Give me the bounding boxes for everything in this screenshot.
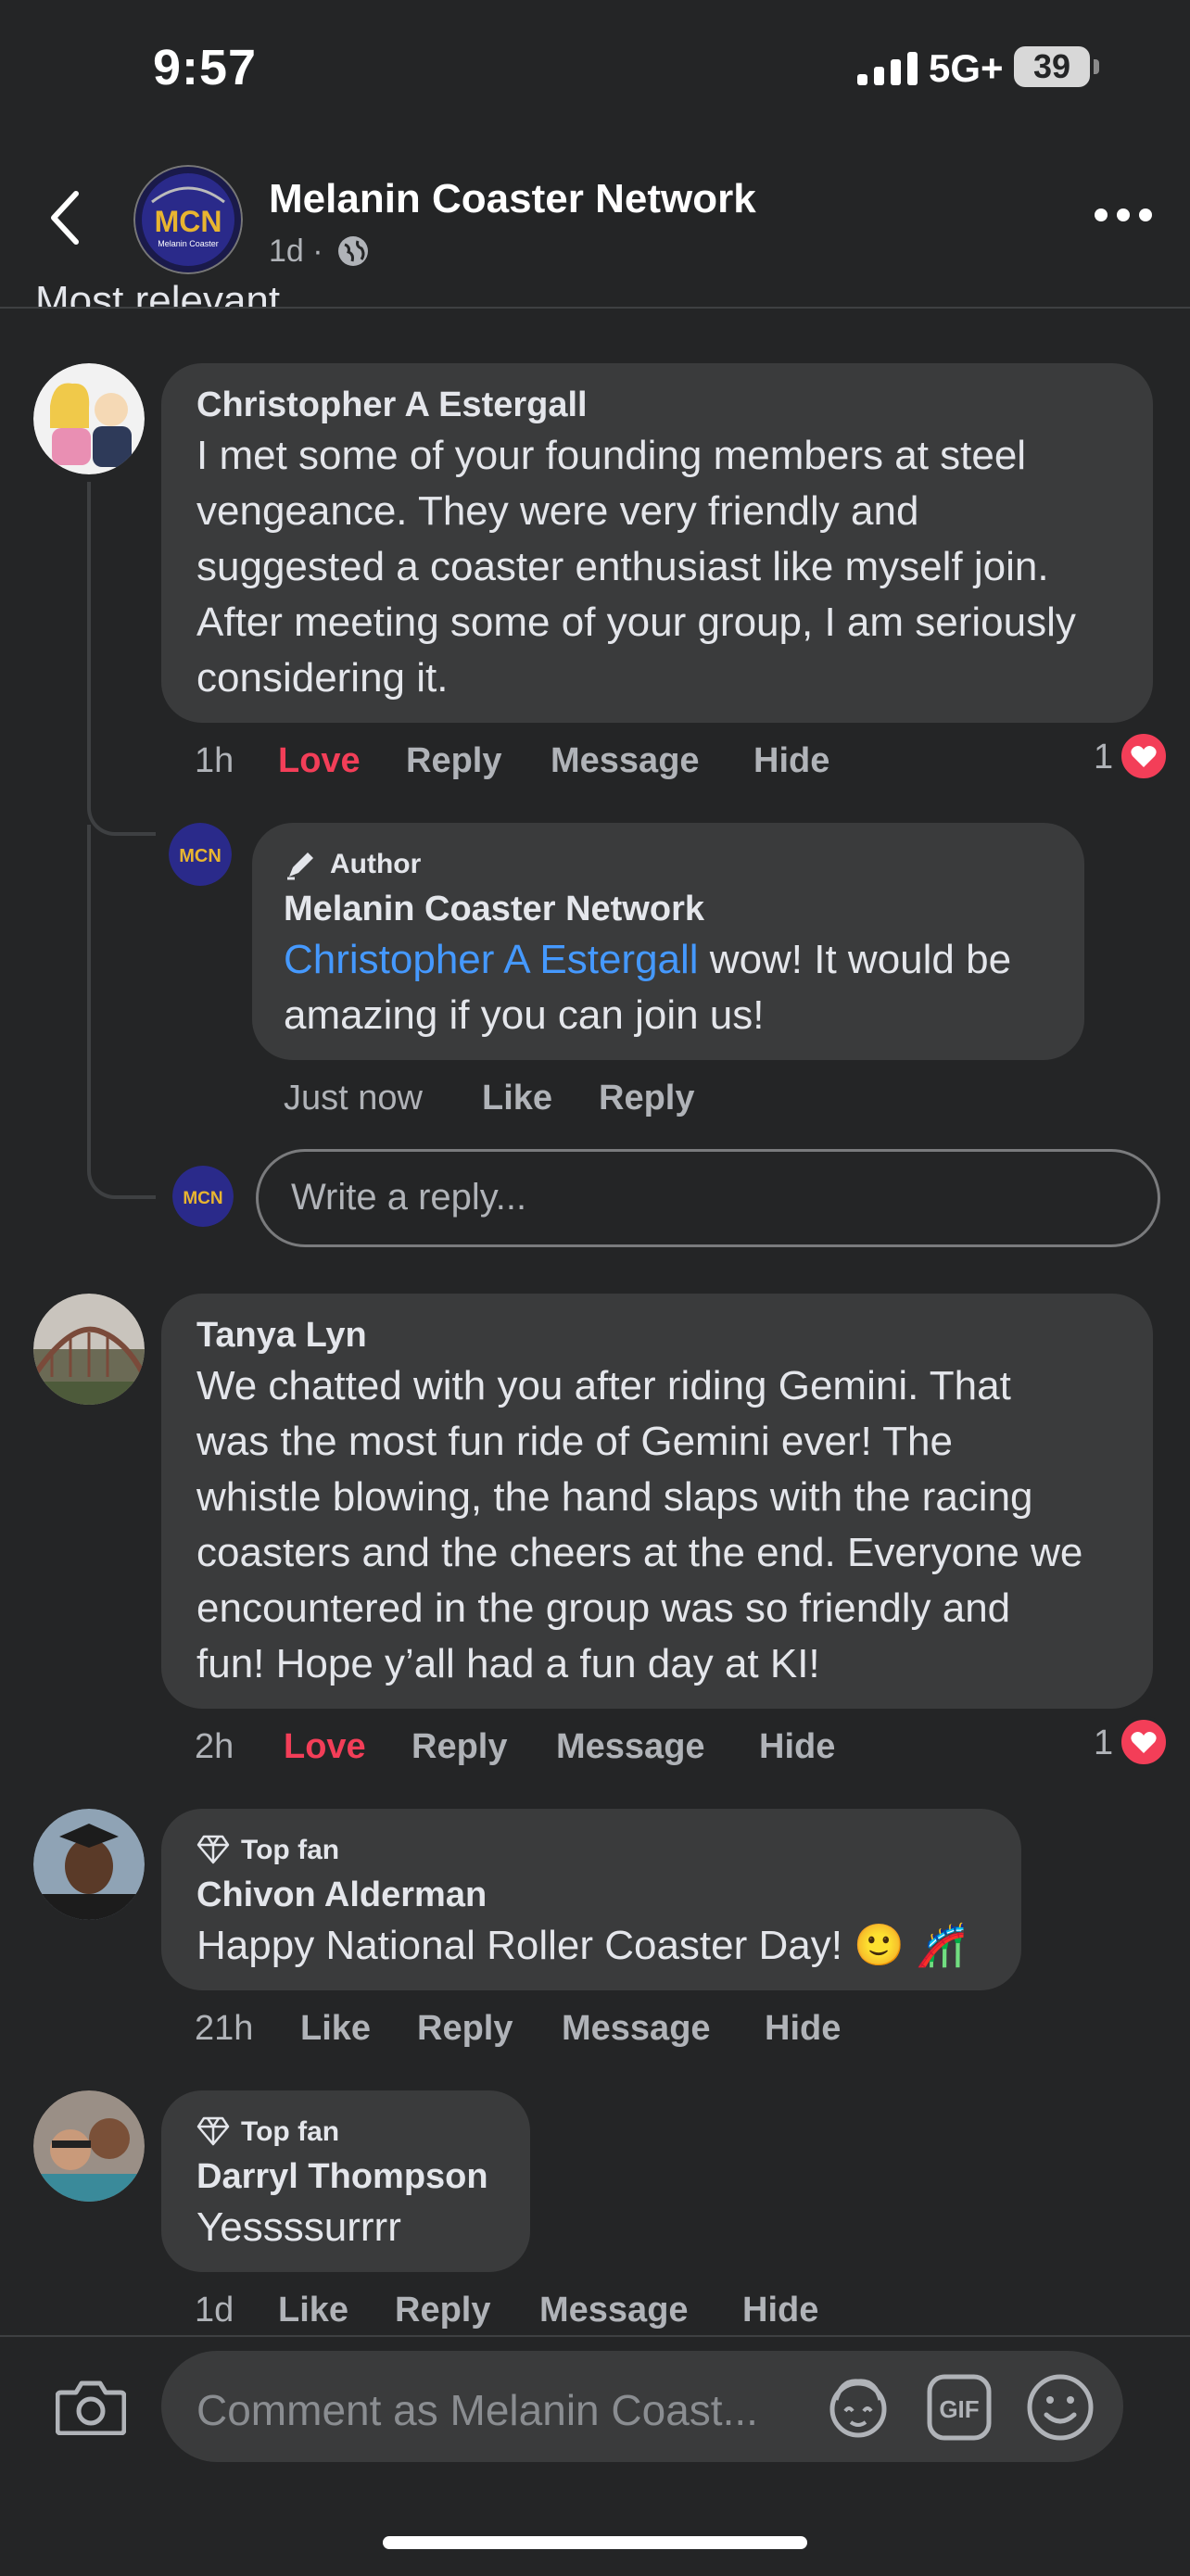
write-reply-placeholder: Write a reply... (291, 1177, 527, 1218)
hide-button[interactable]: Hide (759, 1727, 835, 1767)
message-button[interactable]: Message (562, 2009, 711, 2049)
reply-author[interactable]: Melanin Coaster Network (284, 890, 704, 929)
heart-reaction-icon (1118, 730, 1170, 782)
battery-level: 39 (1014, 46, 1090, 87)
comment-line: was the most fun ride of Gemini ever! Th… (196, 1419, 953, 1464)
page-logo-avatar[interactable]: MCN Melanin Coaster (133, 165, 243, 274)
post-meta: 1d · (269, 234, 369, 270)
top-fan-badge: Top fan (241, 1835, 340, 1865)
comment-text: Yessssurrrr (196, 2204, 401, 2250)
globe-icon (338, 236, 369, 266)
reply-text: Christopher A Estergall wow! It would be… (284, 932, 1011, 1043)
message-button[interactable]: Message (551, 741, 700, 781)
avatar[interactable] (33, 1294, 145, 1405)
post-age: 1d · (269, 234, 323, 269)
comment-line: vengeance. They were very friendly and (196, 488, 919, 534)
comment-author[interactable]: Darryl Thompson (196, 2157, 488, 2197)
reply-button[interactable]: Reply (406, 741, 501, 781)
comment-input-placeholder: Comment as Melanin Coast... (196, 2386, 758, 2434)
comment-time: 1d (195, 2291, 234, 2330)
message-button[interactable]: Message (539, 2291, 689, 2330)
home-indicator[interactable] (383, 2536, 807, 2549)
like-button[interactable]: Like (300, 2009, 371, 2049)
avatar[interactable] (33, 363, 145, 474)
comment-line: I met some of your founding members at s… (196, 433, 1027, 478)
reply-line: amazing if you can join us! (284, 992, 765, 1038)
comment-time: 21h (195, 2009, 254, 2048)
diamond-icon (196, 1835, 230, 1864)
reply-line: wow! It would be (698, 937, 1012, 982)
comment-line: coasters and the cheers at the end. Ever… (196, 1530, 1083, 1575)
reply-actions: Just now Like Reply (284, 1079, 840, 1125)
reaction-count[interactable]: 1 (1094, 738, 1113, 777)
reply-button[interactable]: Reply (417, 2009, 513, 2049)
avatar[interactable] (33, 1809, 145, 1920)
comment-author[interactable]: Christopher A Estergall (196, 385, 588, 425)
header-divider (0, 307, 1190, 309)
svg-text:GIF: GIF (939, 2395, 979, 2423)
comment-line: fun! Hope y’all had a fun day at KI! (196, 1641, 820, 1686)
comment-line: We chatted with you after riding Gemini.… (196, 1363, 1011, 1408)
svg-text:MCN: MCN (155, 205, 222, 238)
hide-button[interactable]: Hide (742, 2291, 818, 2330)
my-avatar: MCN (172, 1166, 234, 1227)
back-chevron-icon[interactable] (48, 190, 82, 246)
camera-icon[interactable] (56, 2378, 126, 2435)
battery-tip (1094, 59, 1099, 74)
comment-author[interactable]: Chivon Alderman (196, 1875, 487, 1915)
avatar-sticker-icon[interactable] (823, 2372, 893, 2443)
comment-actions: 2h Love Reply Message Hide (195, 1727, 936, 1774)
top-fan-badge: Top fan (241, 2116, 340, 2147)
reaction-count[interactable]: 1 (1094, 1724, 1113, 1763)
comment-author[interactable]: Tanya Lyn (196, 1316, 367, 1356)
comment-line: After meeting some of your group, I am s… (196, 600, 1076, 645)
reply-avatar[interactable]: MCN (169, 823, 232, 886)
gif-icon[interactable]: GIF (927, 2374, 992, 2441)
like-button[interactable]: Like (278, 2291, 348, 2330)
reply-time: Just now (284, 1079, 423, 1118)
hide-button[interactable]: Hide (765, 2009, 841, 2049)
reply-button[interactable]: Reply (411, 1727, 507, 1767)
comment-time: 1h (195, 741, 234, 780)
comment-actions: 1d Like Reply Message Hide (195, 2291, 936, 2337)
comment-text: Happy National Roller Coaster Day! 🙂 🎢 (196, 1923, 967, 1968)
hide-button[interactable]: Hide (753, 741, 829, 781)
comment-line: whistle blowing, the hand slaps with the… (196, 1474, 1033, 1520)
comment-line: suggested a coaster enthusiast like myse… (196, 544, 1049, 589)
cellular-signal-icon (857, 52, 918, 85)
message-button[interactable]: Message (556, 1727, 705, 1767)
sort-label-cut[interactable]: Most relevant (35, 278, 280, 307)
like-button[interactable]: Like (482, 1079, 552, 1118)
author-badge: Author (330, 849, 422, 879)
svg-text:MCN: MCN (179, 846, 222, 866)
status-time: 9:57 (153, 40, 258, 95)
comment-time: 2h (195, 1727, 234, 1766)
more-options-icon[interactable] (1094, 206, 1153, 224)
svg-text:Melanin Coaster: Melanin Coaster (158, 239, 219, 248)
author-pen-icon (287, 852, 313, 880)
avatar[interactable] (33, 2090, 145, 2202)
mention-link[interactable]: Christopher A Estergall (284, 937, 699, 982)
emoji-icon[interactable] (1025, 2372, 1095, 2443)
comment-line: considering it. (196, 655, 449, 701)
svg-text:MCN: MCN (183, 1189, 222, 1208)
reply-button[interactable]: Reply (395, 2291, 490, 2330)
thread-line (87, 482, 156, 836)
comment-text: I met some of your founding members at s… (196, 428, 1076, 706)
comment-actions: 1h Love Reply Message Hide (195, 741, 936, 788)
reply-button[interactable]: Reply (599, 1079, 694, 1118)
comment-actions: 21h Like Reply Message Hide (195, 2009, 936, 2055)
love-reaction-button[interactable]: Love (278, 741, 361, 781)
diamond-icon (196, 2116, 230, 2146)
love-reaction-button[interactable]: Love (284, 1727, 366, 1767)
thread-line (87, 825, 156, 1199)
network-type: 5G+ (929, 46, 1004, 90)
comment-text: We chatted with you after riding Gemini.… (196, 1358, 1082, 1692)
comment-line: encountered in the group was so friendly… (196, 1585, 1011, 1631)
page-title[interactable]: Melanin Coaster Network (269, 176, 756, 222)
heart-reaction-icon (1118, 1716, 1170, 1768)
